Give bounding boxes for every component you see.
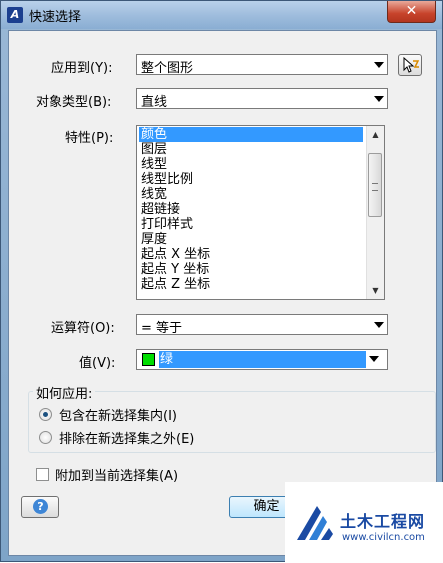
window-title: 快速选择 (29, 10, 82, 25)
how-to-apply-title: 如何应用: (33, 383, 96, 402)
operator-label: 运算符(O): (51, 321, 115, 336)
help-button[interactable]: ? (21, 496, 59, 518)
apply-to-label: 应用到(Y): (51, 61, 113, 76)
operator-select[interactable]: = 等于 (136, 314, 388, 336)
watermark-logo (297, 506, 333, 540)
object-type-select[interactable]: 直线 (136, 88, 388, 110)
scroll-down-arrow-icon[interactable]: ▼ (367, 282, 384, 299)
object-type-value: 直线 (141, 95, 168, 110)
close-button[interactable]: ✕ (387, 1, 436, 23)
value-text: 绿 (159, 351, 366, 368)
exclude-radio[interactable] (39, 431, 52, 444)
list-item[interactable]: 颜色 (139, 127, 363, 142)
list-item[interactable]: 线型 (139, 157, 167, 172)
quick-select-dialog: A 快速选择 ✕ 应用到(Y): 整个图形 对象类型(B): 直线 特性(P):… (0, 0, 443, 563)
list-item[interactable]: 打印样式 (139, 217, 193, 232)
list-item[interactable]: 图层 (139, 142, 167, 157)
scrollbar-thumb[interactable] (368, 153, 382, 217)
pick-objects-icon (403, 56, 420, 73)
properties-scrollbar[interactable]: ▲ ▼ (366, 126, 384, 299)
chevron-down-icon (374, 62, 384, 68)
color-swatch (142, 353, 155, 366)
close-icon: ✕ (405, 3, 418, 19)
chevron-down-icon (369, 356, 379, 362)
list-item[interactable]: 起点 Z 坐标 (139, 277, 210, 292)
value-label: 值(V): (79, 356, 116, 371)
title-bar[interactable]: A 快速选择 ✕ (1, 1, 442, 29)
list-item[interactable]: 线型比例 (139, 172, 193, 187)
list-item[interactable]: 起点 Y 坐标 (139, 262, 209, 277)
watermark-name: 土木工程网 (340, 512, 426, 531)
list-item[interactable]: 线宽 (139, 187, 167, 202)
chevron-down-icon (374, 96, 384, 102)
include-label[interactable]: 包含在新选择集内(I) (59, 405, 177, 424)
properties-list[interactable]: 颜色 图层 线型 线型比例 线宽 超链接 打印样式 厚度 起点 X 坐标 起点 … (136, 125, 385, 300)
append-checkbox[interactable] (36, 468, 49, 481)
operator-value: = 等于 (141, 321, 183, 336)
watermark-url: www.civilcn.com (342, 532, 425, 543)
properties-label: 特性(P): (65, 131, 114, 146)
list-item[interactable]: 超链接 (139, 202, 180, 217)
watermark: 土木工程网 www.civilcn.com (285, 482, 443, 563)
pick-objects-button[interactable] (398, 54, 422, 76)
chevron-down-icon (374, 322, 384, 328)
apply-to-select[interactable]: 整个图形 (136, 54, 388, 76)
app-icon: A (7, 7, 23, 23)
apply-to-value: 整个图形 (141, 61, 194, 76)
help-icon: ? (33, 499, 48, 514)
include-radio[interactable] (39, 408, 52, 421)
append-label[interactable]: 附加到当前选择集(A) (55, 465, 178, 484)
object-type-label: 对象类型(B): (36, 95, 112, 110)
exclude-label[interactable]: 排除在新选择集之外(E) (59, 428, 194, 447)
dialog-body: 应用到(Y): 整个图形 对象类型(B): 直线 特性(P): 颜色 图层 线型… (8, 30, 437, 556)
list-item[interactable]: 厚度 (139, 232, 167, 247)
list-item[interactable]: 起点 X 坐标 (139, 247, 210, 262)
grip-icon (372, 183, 378, 191)
value-select[interactable]: 绿 (136, 349, 388, 370)
scroll-up-arrow-icon[interactable]: ▲ (367, 126, 384, 143)
